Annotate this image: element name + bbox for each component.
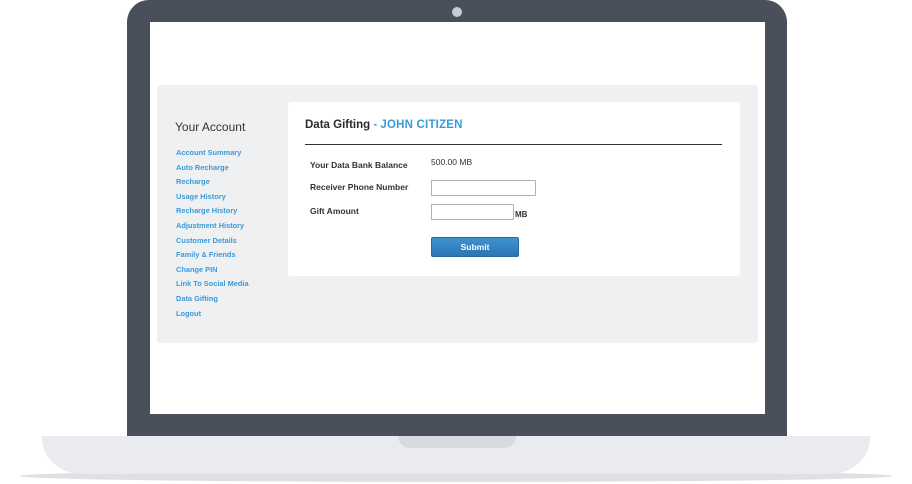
title-separator: - [370,119,381,131]
page-title: Data Gifting - JOHN CITIZEN [305,119,463,131]
sidebar-item-recharge-history[interactable]: Recharge History [176,204,286,219]
data-gifting-card: Data Gifting - JOHN CITIZEN Your Data Ba… [288,102,740,276]
sidebar-item-customer-details[interactable]: Customer Details [176,234,286,249]
sidebar-item-link-social-media[interactable]: Link To Social Media [176,277,286,292]
camera-icon [452,7,462,17]
gift-amount-label: Gift Amount [310,206,359,216]
sidebar-item-account-summary[interactable]: Account Summary [176,146,286,161]
sidebar-item-usage-history[interactable]: Usage History [176,190,286,205]
sidebar-item-data-gifting[interactable]: Data Gifting [176,292,286,307]
submit-button[interactable]: Submit [431,237,519,257]
page-title-text: Data Gifting [305,119,371,131]
title-divider [305,144,722,145]
sidebar-item-family-friends[interactable]: Family & Friends [176,248,286,263]
customer-name: JOHN CITIZEN [380,119,463,131]
laptop-screen: Your Account Account Summary Auto Rechar… [150,22,765,414]
sidebar-item-logout[interactable]: Logout [176,307,286,322]
gift-amount-input[interactable] [431,204,514,220]
gift-unit-label: MB [515,210,528,219]
account-panel: Your Account Account Summary Auto Rechar… [157,85,758,343]
laptop-notch [398,436,516,448]
sidebar-item-change-pin[interactable]: Change PIN [176,263,286,278]
sidebar-title: Your Account [175,120,246,134]
sidebar-item-recharge[interactable]: Recharge [176,175,286,190]
balance-label: Your Data Bank Balance [310,160,408,170]
balance-value: 500.00 MB [431,157,473,167]
sidebar-item-adjustment-history[interactable]: Adjustment History [176,219,286,234]
phone-label: Receiver Phone Number [310,182,409,192]
sidebar-item-auto-recharge[interactable]: Auto Recharge [176,161,286,176]
sidebar-nav: Account Summary Auto Recharge Recharge U… [176,146,286,321]
phone-input[interactable] [431,180,536,196]
